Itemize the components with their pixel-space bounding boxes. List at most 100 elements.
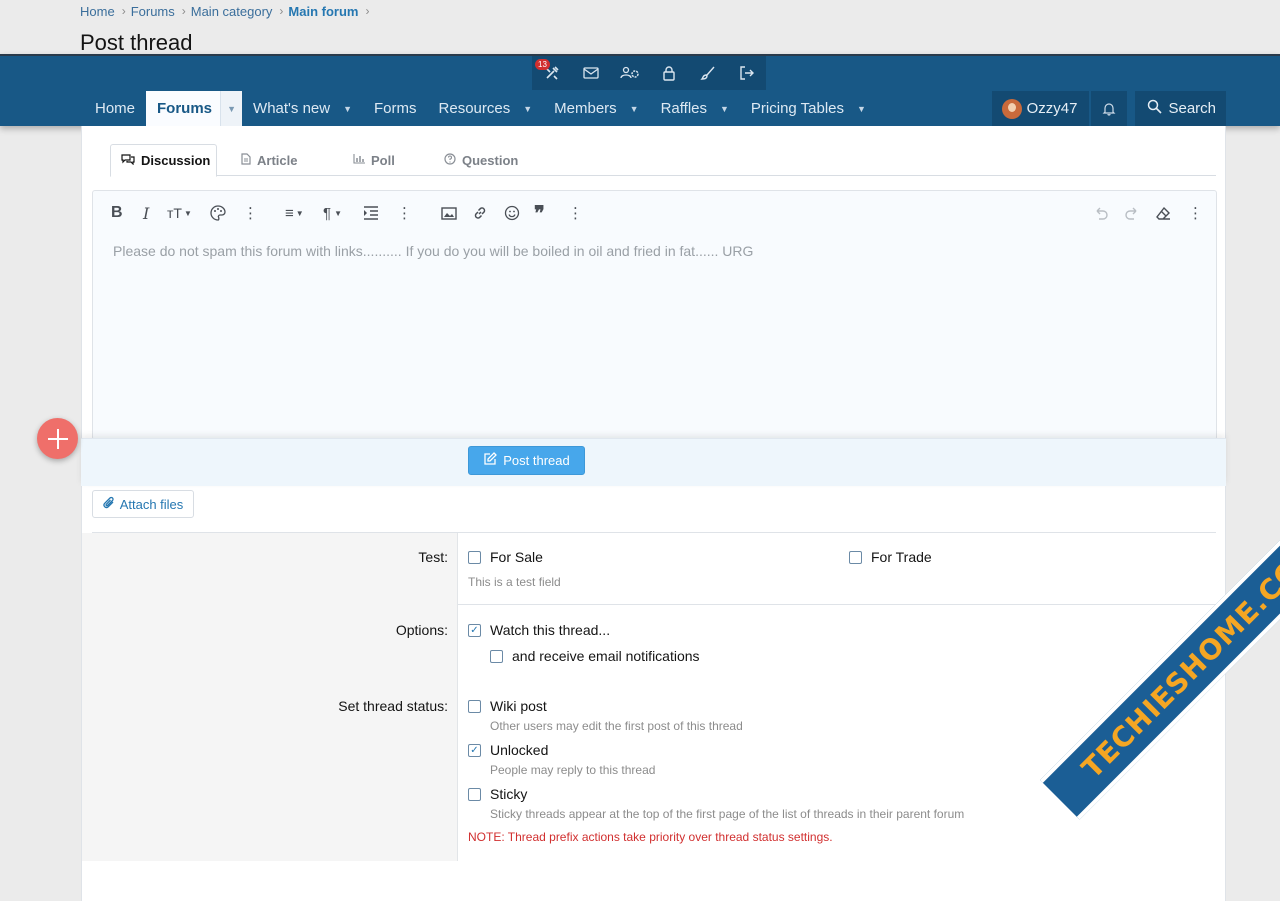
italic-icon[interactable]: I (143, 203, 149, 223)
image-icon[interactable] (441, 203, 457, 223)
eraser-icon[interactable] (1155, 203, 1171, 223)
caret-down-icon[interactable]: ▼ (523, 104, 532, 114)
editor-placeholder: Please do not spam this forum with links… (113, 243, 754, 259)
for-sale-label[interactable]: For Sale (490, 549, 543, 565)
paperclip-icon (103, 496, 115, 513)
breadcrumb: Home › Forums › Main category › Main for… (80, 2, 374, 20)
lock-icon[interactable] (649, 56, 688, 90)
paragraph-icon[interactable]: ¶ ▼ (323, 203, 342, 223)
nav-tab-home[interactable]: Home (84, 91, 146, 126)
email-notifications-checkbox[interactable] (490, 650, 503, 663)
users-cog-icon[interactable] (610, 56, 649, 90)
tab-poll[interactable]: Poll (329, 144, 420, 176)
tools-icon[interactable]: 13 (532, 56, 571, 90)
breadcrumb-main-forum[interactable]: Main forum (288, 4, 358, 19)
caret-down-icon[interactable]: ▼ (857, 104, 866, 114)
palette-icon[interactable] (210, 203, 226, 223)
tab-label: Discussion (141, 153, 211, 168)
user-menu-link[interactable]: Ozzy47 (991, 91, 1090, 126)
for-trade-label[interactable]: For Trade (871, 549, 932, 565)
nav-tab-whats-new[interactable]: What's new ▼ (242, 91, 363, 126)
more-vertical-icon[interactable]: ⋮ (243, 203, 258, 223)
tab-question[interactable]: Question (420, 144, 530, 176)
bold-icon[interactable]: B (111, 203, 123, 223)
watch-thread-checkbox[interactable]: ✓ (468, 624, 481, 637)
for-sale-checkbox[interactable] (468, 551, 481, 564)
align-icon[interactable]: ≡ ▼ (285, 203, 304, 223)
nav-user-area: Ozzy47 Search (991, 91, 1226, 126)
attach-files-label: Attach files (119, 496, 184, 512)
breadcrumb-forums[interactable]: Forums (131, 4, 175, 19)
alert-badge: 13 (535, 59, 550, 70)
form-label-column (82, 533, 458, 861)
unlocked-checkbox[interactable]: ✓ (468, 744, 481, 757)
comments-icon (121, 153, 135, 168)
email-notifications-label[interactable]: and receive email notifications (512, 648, 700, 664)
page-title: Post thread (80, 30, 193, 55)
checkmark-icon: ✓ (470, 744, 479, 756)
mail-icon[interactable] (571, 56, 610, 90)
admin-bar: 13 (532, 56, 766, 90)
sticky-label[interactable]: Sticky (490, 786, 527, 802)
message-editor[interactable]: B I ᴛT ▼ ⋮ ≡ ▼ ¶ ▼ ⋮ ❞ ⋮ ⋮ Please do not… (92, 190, 1217, 440)
tab-label: Question (462, 152, 519, 168)
link-icon[interactable] (472, 203, 488, 223)
tab-article[interactable]: Article (217, 144, 329, 176)
caret-down-icon[interactable]: ▼ (220, 91, 243, 126)
breadcrumb-home[interactable]: Home (80, 4, 115, 19)
test-field-hint: This is a test field (468, 575, 561, 589)
more-vertical-icon[interactable]: ⋮ (397, 203, 412, 223)
watch-thread-label[interactable]: Watch this thread... (490, 622, 610, 638)
attach-files-button[interactable]: Attach files (92, 490, 194, 518)
tab-label: Article (257, 152, 298, 168)
thread-status-label: Set thread status: (338, 698, 448, 714)
add-button[interactable] (37, 418, 78, 459)
nav-tab-label: Resources (438, 100, 511, 117)
search-button[interactable]: Search (1135, 91, 1226, 126)
test-field-label: Test: (418, 549, 448, 565)
quote-icon[interactable]: ❞ (534, 201, 545, 225)
question-circle-icon (444, 152, 456, 168)
sticky-hint: Sticky threads appear at the top of the … (490, 807, 965, 821)
more-vertical-icon[interactable]: ⋮ (568, 203, 583, 223)
chevron-right-icon: › (279, 4, 284, 18)
wiki-post-label[interactable]: Wiki post (490, 698, 547, 714)
nav-tab-raffles[interactable]: Raffles ▼ (650, 91, 740, 126)
wiki-post-checkbox[interactable] (468, 700, 481, 713)
text-size-icon[interactable]: ᴛT ▼ (167, 203, 192, 223)
logout-icon[interactable] (727, 56, 766, 90)
sticky-checkbox[interactable] (468, 788, 481, 801)
nav-tab-members[interactable]: Members ▼ (543, 91, 649, 126)
smiley-icon[interactable] (504, 203, 520, 223)
nav-tab-forums[interactable]: Forums ▼ (146, 91, 243, 126)
indent-icon[interactable] (363, 203, 379, 223)
plus-icon (47, 428, 68, 449)
caret-down-icon[interactable]: ▼ (630, 104, 639, 114)
options-label: Options: (395, 622, 448, 638)
undo-icon[interactable] (1093, 203, 1109, 223)
breadcrumb-main-category[interactable]: Main category (191, 4, 273, 19)
more-vertical-icon[interactable]: ⋮ (1188, 203, 1203, 223)
nav-tab-label: Home (95, 100, 136, 117)
redo-icon[interactable] (1124, 203, 1140, 223)
post-thread-button[interactable]: Post thread (468, 446, 585, 475)
document-icon (241, 152, 251, 168)
nav-tab-pricing-tables[interactable]: Pricing Tables ▼ (740, 91, 877, 126)
nav-tab-label: Forms (374, 100, 417, 117)
chevron-right-icon: › (121, 4, 126, 18)
nav-tab-resources[interactable]: Resources ▼ (428, 91, 544, 126)
caret-down-icon[interactable]: ▼ (343, 104, 352, 114)
chevron-right-icon: › (181, 4, 186, 18)
nav-tab-forms[interactable]: Forms (363, 91, 428, 126)
brush-icon[interactable] (688, 56, 727, 90)
for-trade-checkbox[interactable] (849, 551, 862, 564)
tab-discussion[interactable]: Discussion (110, 144, 217, 177)
nav-tab-label: Raffles (660, 100, 707, 117)
caret-down-icon[interactable]: ▼ (720, 104, 729, 114)
bell-icon[interactable] (1091, 91, 1128, 126)
nav-tab-label: Pricing Tables (750, 100, 845, 117)
navbar: 13 Home Forums ▼ What's new ▼ Forms Resour… (0, 54, 1280, 126)
nav-tab-label: Members (554, 100, 617, 117)
thread-status-note: NOTE: Thread prefix actions take priorit… (468, 830, 833, 844)
unlocked-label[interactable]: Unlocked (490, 742, 548, 758)
